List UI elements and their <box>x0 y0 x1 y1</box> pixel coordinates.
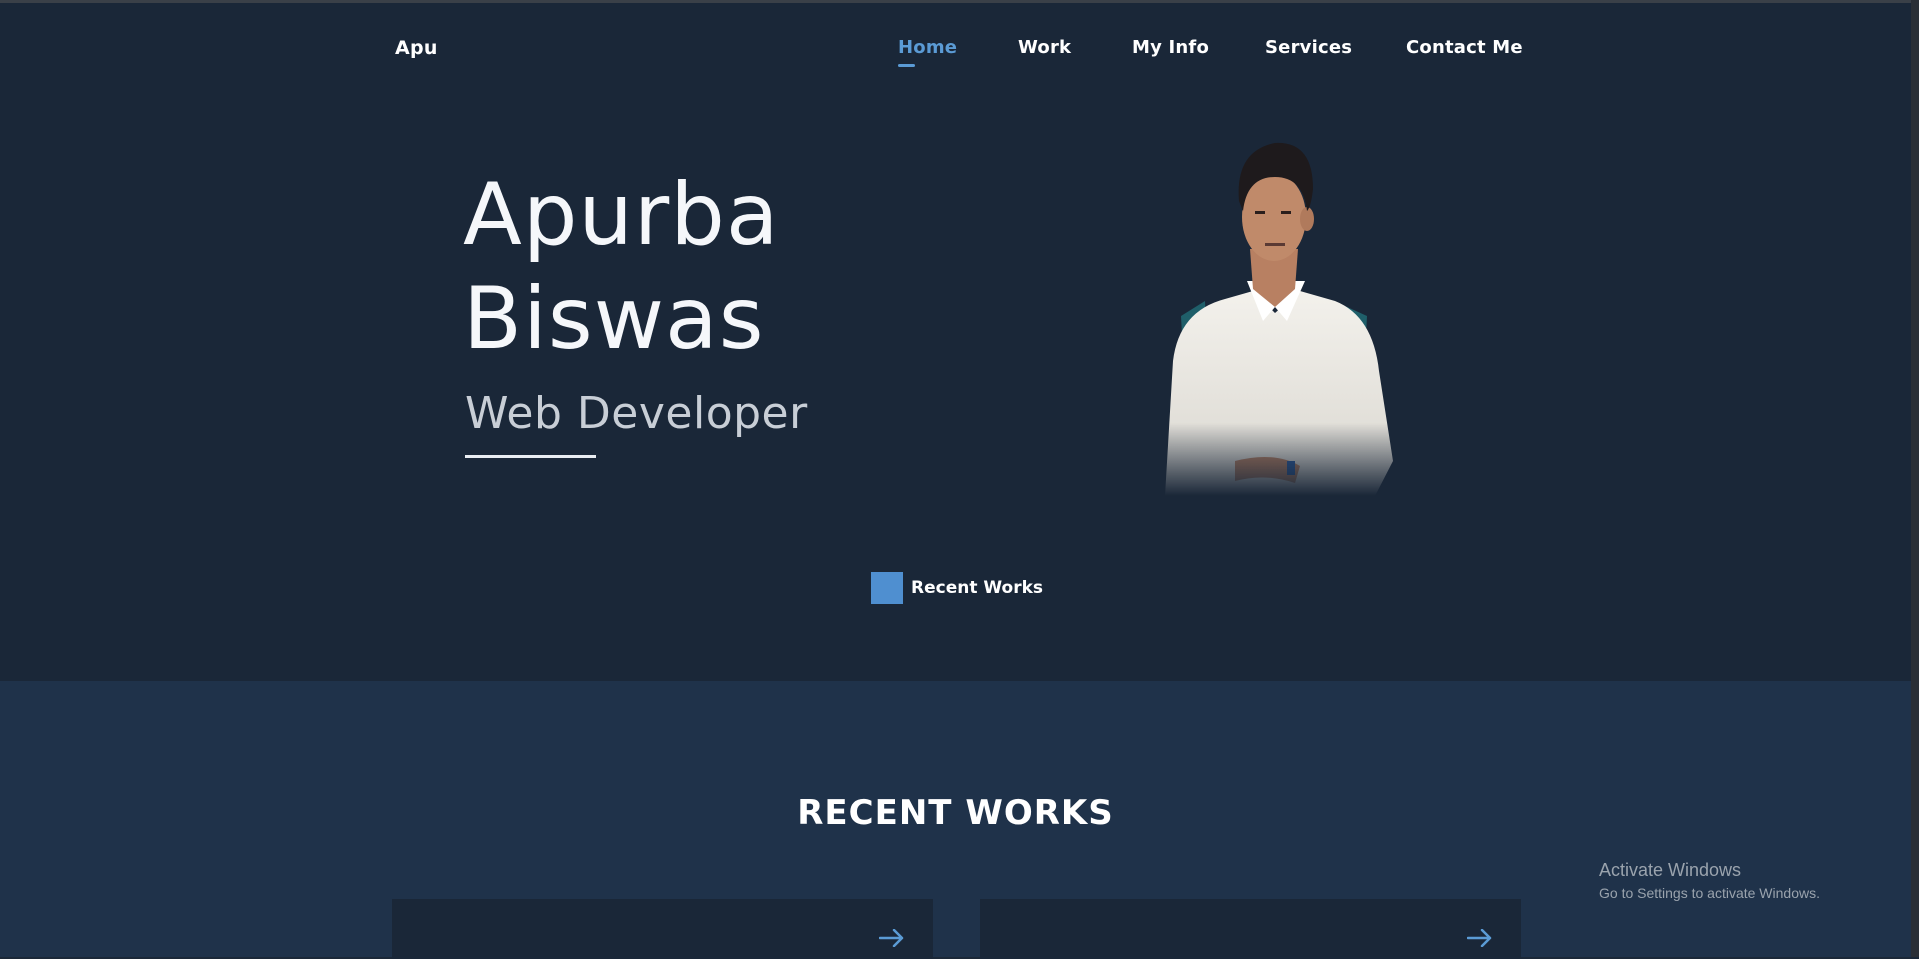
nav-my-info[interactable]: My Info <box>1132 37 1209 58</box>
activate-windows-watermark: Activate Windows Go to Settings to activ… <box>1599 860 1820 901</box>
activate-windows-subtitle: Go to Settings to activate Windows. <box>1599 885 1820 901</box>
hero-first-name: Apurba <box>463 165 780 265</box>
recent-works-button[interactable]: Recent Works <box>871 572 1043 604</box>
recent-works-section: RECENT WORKS <box>0 681 1911 959</box>
nav-active-indicator <box>898 64 915 67</box>
activate-windows-title: Activate Windows <box>1599 860 1742 880</box>
arrow-right-icon[interactable] <box>1467 929 1493 947</box>
main-nav: Home Work My Info Services Contact Me <box>0 37 1919 67</box>
nav-services[interactable]: Services <box>1265 37 1352 58</box>
role-underline <box>465 455 596 458</box>
recent-works-label: Recent Works <box>911 578 1044 598</box>
page-scrollbar[interactable] <box>1911 0 1919 957</box>
arrow-right-icon[interactable] <box>879 929 905 947</box>
profile-photo <box>1165 142 1393 496</box>
hero-section: Apu Home Work My Info Services Contact M… <box>0 3 1911 681</box>
work-card[interactable] <box>980 899 1521 959</box>
work-card[interactable] <box>392 899 933 959</box>
nav-home[interactable]: Home <box>898 37 957 58</box>
hero-role: Web Developer <box>465 388 808 439</box>
nav-work[interactable]: Work <box>1018 37 1071 58</box>
hero-last-name: Biswas <box>463 269 765 369</box>
section-title: RECENT WORKS <box>797 793 1114 833</box>
recent-works-square-icon <box>871 572 903 604</box>
nav-contact-me[interactable]: Contact Me <box>1406 37 1523 58</box>
hero-name: Apurba Biswas <box>463 163 780 371</box>
